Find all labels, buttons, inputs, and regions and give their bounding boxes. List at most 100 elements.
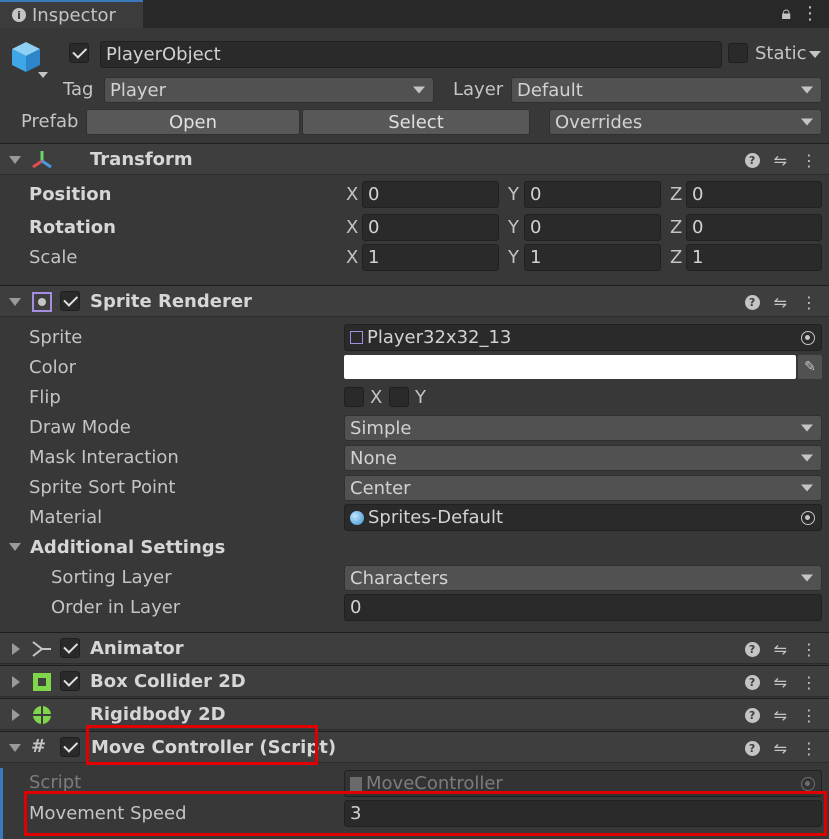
rotation-x-field[interactable]: 0 [362,214,499,241]
tag-dropdown[interactable]: Player [104,77,434,103]
object-name-field[interactable]: PlayerObject [100,41,722,68]
presets-icon[interactable]: ⇋ [774,293,787,312]
additional-settings-label[interactable]: Additional Settings [30,537,225,558]
axis-x-label: X [346,247,359,268]
position-y-field[interactable]: 0 [524,181,661,208]
sort-point-value: Center [350,477,411,499]
script-file-icon [350,776,362,791]
scale-label: Scale [29,247,78,268]
presets-icon[interactable]: ⇋ [774,739,787,758]
sprite-renderer-header[interactable]: Sprite Renderer ? ⇋ ⋮ [0,285,829,317]
help-icon[interactable]: ? [744,153,760,168]
object-picker-icon[interactable] [801,330,815,345]
layer-dropdown[interactable]: Default [511,77,822,103]
box-collider-title: Box Collider 2D [90,671,246,692]
position-x-field[interactable]: 0 [362,181,499,208]
sprite-sort-point-label: Sprite Sort Point [29,477,176,498]
material-field[interactable]: Sprites-Default [344,504,822,531]
layer-label: Layer [453,79,504,100]
foldout-closed-icon[interactable] [12,709,20,721]
prefab-overrides-dropdown[interactable]: Overrides [549,109,822,135]
tab-inspector[interactable]: i Inspector [0,0,143,28]
mask-value: None [350,447,397,469]
presets-icon[interactable]: ⇋ [774,640,787,659]
rotation-label: Rotation [29,217,116,238]
box-collider-header[interactable]: Box Collider 2D ? ⇋ ⋮ [0,665,829,697]
lock-icon[interactable]: 🔒︎ [781,3,791,24]
foldout-closed-icon[interactable] [12,643,20,655]
scale-z-field[interactable]: 1 [686,244,822,271]
sprite-field[interactable]: Player32x32_13 [344,324,822,351]
chevron-down-icon [801,118,813,126]
static-checkbox[interactable] [728,43,748,63]
scale-x-field[interactable]: 1 [362,244,499,271]
kebab-menu-icon[interactable]: ⋮ [801,3,819,24]
axis-x-label: X [346,184,359,205]
color-swatch[interactable] [344,355,796,379]
kebab-menu-icon[interactable]: ⋮ [801,706,817,725]
active-checkbox[interactable] [69,43,89,63]
rotation-z-field[interactable]: 0 [686,214,822,241]
kebab-menu-icon[interactable]: ⋮ [801,673,817,692]
position-label: Position [29,184,112,205]
box-collider-icon [31,671,53,693]
scale-y-field[interactable]: 1 [524,244,661,271]
help-icon[interactable]: ? [744,642,760,657]
tag-label: Tag [63,79,94,100]
help-icon[interactable]: ? [744,675,760,690]
flip-y-checkbox[interactable] [389,387,409,407]
order-in-layer-field[interactable]: 0 [344,594,822,621]
material-icon [350,510,364,525]
gameobject-icon [10,40,42,74]
kebab-menu-icon[interactable]: ⋮ [801,293,817,312]
flip-x-checkbox[interactable] [344,387,364,407]
axis-y-label: Y [508,247,519,268]
draw-mode-value: Simple [350,417,412,439]
chevron-down-icon [801,484,813,492]
prefab-label: Prefab [21,111,79,132]
box-collider-enabled-checkbox[interactable] [60,671,80,691]
rotation-y-field[interactable]: 0 [524,214,661,241]
help-icon[interactable]: ? [744,708,760,723]
sorting-layer-dropdown[interactable]: Characters [344,565,822,591]
prefab-select-button[interactable]: Select [302,109,530,135]
chevron-down-icon [413,86,425,94]
prefab-open-button[interactable]: Open [86,109,300,135]
sprite-label: Sprite [29,327,83,348]
draw-mode-dropdown[interactable]: Simple [344,415,822,441]
presets-icon[interactable]: ⇋ [774,151,787,170]
kebab-menu-icon[interactable]: ⋮ [801,151,817,170]
sprite-sort-point-dropdown[interactable]: Center [344,475,822,501]
highlight-box-title [86,725,318,765]
help-icon[interactable]: ? [744,295,760,310]
presets-icon[interactable]: ⇋ [774,673,787,692]
animator-header[interactable]: Animator ? ⇋ ⋮ [0,632,829,664]
kebab-menu-icon[interactable]: ⋮ [801,640,817,659]
foldout-closed-icon[interactable] [12,676,20,688]
help-icon[interactable]: ? [744,741,760,756]
sprite-renderer-title: Sprite Renderer [90,291,252,312]
flip-y-label: Y [415,387,426,408]
static-dropdown-arrow[interactable] [809,51,821,58]
move-controller-enabled-checkbox[interactable] [60,737,80,757]
foldout-open-icon[interactable] [9,744,21,752]
transform-header[interactable]: Transform ? ⇋ ⋮ [0,143,829,175]
mask-interaction-dropdown[interactable]: None [344,445,822,471]
tab-bar: i Inspector 🔒︎ ⋮ [0,0,829,28]
kebab-menu-icon[interactable]: ⋮ [801,739,817,758]
object-picker-icon[interactable] [801,510,815,525]
layer-value: Default [517,79,583,101]
foldout-open-icon[interactable] [9,156,21,164]
sprite-renderer-enabled-checkbox[interactable] [60,291,80,311]
animator-icon [30,638,54,660]
eyedropper-icon[interactable]: ✎ [798,355,822,379]
chevron-down-icon [801,86,813,94]
highlight-box-speed [24,791,827,836]
presets-icon[interactable]: ⇋ [774,706,787,725]
additional-settings-foldout-icon[interactable] [9,543,21,551]
rigidbody-title: Rigidbody 2D [90,704,226,725]
icon-dropdown-arrow[interactable] [38,72,48,78]
position-z-field[interactable]: 0 [686,181,822,208]
animator-enabled-checkbox[interactable] [60,638,80,658]
foldout-open-icon[interactable] [9,298,21,306]
